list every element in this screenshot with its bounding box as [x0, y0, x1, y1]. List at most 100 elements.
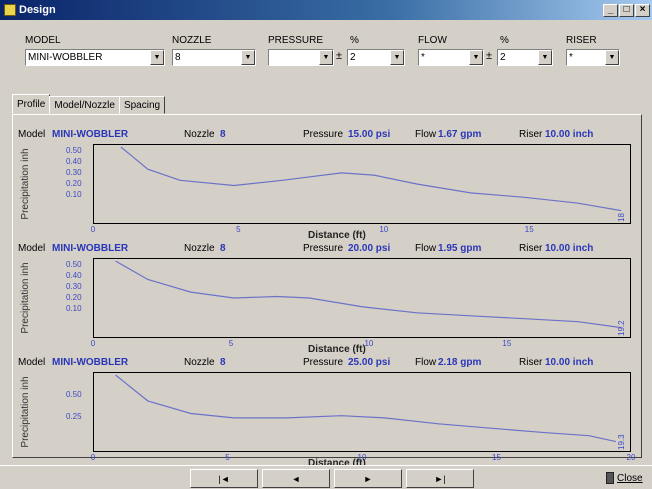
x-tick-label: 10 — [379, 225, 389, 234]
nozzle-caption: Nozzle — [184, 243, 215, 254]
riser-caption: Riser — [519, 129, 543, 140]
precipitation-graph: Model MINI-WOBBLER Nozzle 8 Pressure 20.… — [18, 242, 632, 356]
nozzle-value: 8 — [175, 52, 181, 63]
flow-caption: Flow — [415, 243, 437, 254]
nozzle-value: 8 — [220, 129, 226, 140]
flow-select[interactable]: * ▼ — [418, 49, 484, 66]
y-tick-label: 0.25 — [66, 412, 82, 421]
tab-model-nozzle[interactable]: Model/Nozzle — [49, 96, 120, 114]
tab-profile[interactable]: Profile — [12, 94, 51, 114]
flow-value: * — [421, 52, 425, 63]
riser-caption: Riser — [519, 357, 543, 368]
y-axis-label-text: Precipitation inh — [20, 262, 31, 334]
y-axis-label-text: Precipitation inh — [20, 148, 31, 220]
y-tick-label: 0.30 — [66, 282, 82, 291]
riser-caption: Riser — [519, 243, 543, 254]
pressure-caption: Pressure — [303, 243, 344, 254]
x-tick-label: 0 — [90, 225, 96, 234]
maximize-button[interactable]: □ — [619, 3, 634, 17]
x-tick-label: 5 — [228, 339, 234, 348]
y-axis-label: Precipitation inh — [20, 372, 50, 450]
y-ticks: 0.50 0.40 0.30 0.20 0.10 — [66, 144, 92, 224]
flow-value: 1.95 gpm — [438, 243, 482, 254]
precipitation-curve — [115, 260, 622, 329]
nozzle-caption: Nozzle — [184, 129, 215, 140]
flow-plusminus: ± — [486, 50, 493, 62]
pressure-select[interactable]: ▼ — [268, 49, 334, 66]
precipitation-curve — [115, 374, 617, 443]
nozzle-select[interactable]: 8 ▼ — [172, 49, 256, 66]
nozzle-label: NOZZLE — [172, 35, 212, 46]
x-tick-label: 15 — [502, 339, 512, 348]
y-tick-label: 0.50 — [66, 390, 82, 399]
plot-area — [93, 144, 631, 224]
end-distance-label: 18 — [617, 213, 626, 222]
tab-spacing[interactable]: Spacing — [118, 96, 166, 114]
riser-value: 10.00 inch — [545, 129, 594, 140]
dropdown-arrow-icon[interactable]: ▼ — [469, 50, 483, 65]
nozzle-caption: Nozzle — [184, 357, 215, 368]
model-select[interactable]: MINI-WOBBLER ▼ — [25, 49, 165, 66]
precipitation-curve — [120, 146, 622, 212]
pressure-caption: Pressure — [303, 129, 344, 140]
model-caption: Model — [18, 129, 46, 140]
dropdown-arrow-icon[interactable]: ▼ — [241, 50, 255, 65]
precipitation-graph: Model MINI-WOBBLER Nozzle 8 Pressure 25.… — [18, 356, 635, 470]
flow-pct-select[interactable]: 2 ▼ — [497, 49, 553, 66]
plot-area — [93, 372, 631, 452]
window-title: Design — [19, 4, 56, 16]
flow-pct-value: 2 — [500, 52, 506, 63]
prev-record-button[interactable]: ◄ — [262, 469, 330, 488]
y-tick-label: 0.10 — [66, 190, 82, 199]
door-icon — [606, 472, 614, 484]
app-icon — [4, 4, 16, 16]
model-caption: Model — [18, 243, 46, 254]
flow-pct-label: % — [500, 35, 509, 46]
first-record-button[interactable]: |◄ — [190, 469, 258, 488]
pressure-pct-label: % — [350, 35, 359, 46]
dropdown-arrow-icon[interactable]: ▼ — [319, 50, 333, 65]
dropdown-arrow-icon[interactable]: ▼ — [390, 50, 404, 65]
curve-line — [115, 260, 622, 329]
close-window-button[interactable]: × — [635, 3, 650, 17]
x-tick-label: 15 — [524, 225, 534, 234]
model-value: MINI-WOBBLER — [28, 52, 103, 63]
x-tick-label: 5 — [236, 225, 241, 234]
pressure-pct-select[interactable]: 2 ▼ — [347, 49, 405, 66]
flow-caption: Flow — [415, 129, 437, 140]
y-axis-label: Precipitation inh — [20, 144, 50, 222]
riser-select[interactable]: * ▼ — [566, 49, 620, 66]
graph-header: Model MINI-WOBBLER Nozzle 8 Pressure 20.… — [18, 242, 632, 256]
tab-strip: Profile Model/Nozzle Spacing — [12, 94, 166, 114]
pressure-plusminus: ± — [336, 50, 343, 62]
x-axis-label: Distance (ft) — [308, 230, 366, 241]
dropdown-arrow-icon[interactable]: ▼ — [605, 50, 619, 65]
flow-value: 2.18 gpm — [438, 357, 482, 368]
y-tick-label: 0.30 — [66, 168, 82, 177]
y-tick-label: 0.20 — [66, 293, 82, 302]
plot-area — [93, 258, 631, 338]
model-name: MINI-WOBBLER — [52, 243, 129, 254]
curve-line — [120, 146, 622, 212]
riser-value: * — [569, 52, 573, 63]
close-button-label: Close — [617, 472, 643, 484]
last-record-button[interactable]: ►| — [406, 469, 474, 488]
graph-header: Model MINI-WOBBLER Nozzle 8 Pressure 25.… — [18, 356, 632, 370]
selection-controls: MODEL MINI-WOBBLER ▼ NOZZLE 8 ▼ PRESSURE… — [0, 27, 652, 87]
dropdown-arrow-icon[interactable]: ▼ — [150, 50, 164, 65]
y-axis-label-text: Precipitation inh — [20, 376, 31, 448]
minimize-button[interactable]: _ — [603, 3, 618, 17]
riser-value: 10.00 inch — [545, 357, 594, 368]
model-name: MINI-WOBBLER — [52, 357, 129, 368]
flow-caption: Flow — [415, 357, 437, 368]
flow-label: FLOW — [418, 35, 447, 46]
graph-header: Model MINI-WOBBLER Nozzle 8 Pressure 15.… — [18, 128, 632, 142]
title-bar: Design _ □ × — [0, 0, 652, 20]
close-button[interactable]: Close — [606, 468, 646, 488]
model-label: MODEL — [25, 35, 61, 46]
y-tick-label: 0.50 — [66, 260, 82, 269]
next-record-button[interactable]: ► — [334, 469, 402, 488]
dropdown-arrow-icon[interactable]: ▼ — [538, 50, 552, 65]
end-distance-label: 19.2 — [617, 320, 626, 336]
pressure-value: 15.00 psi — [348, 129, 391, 140]
